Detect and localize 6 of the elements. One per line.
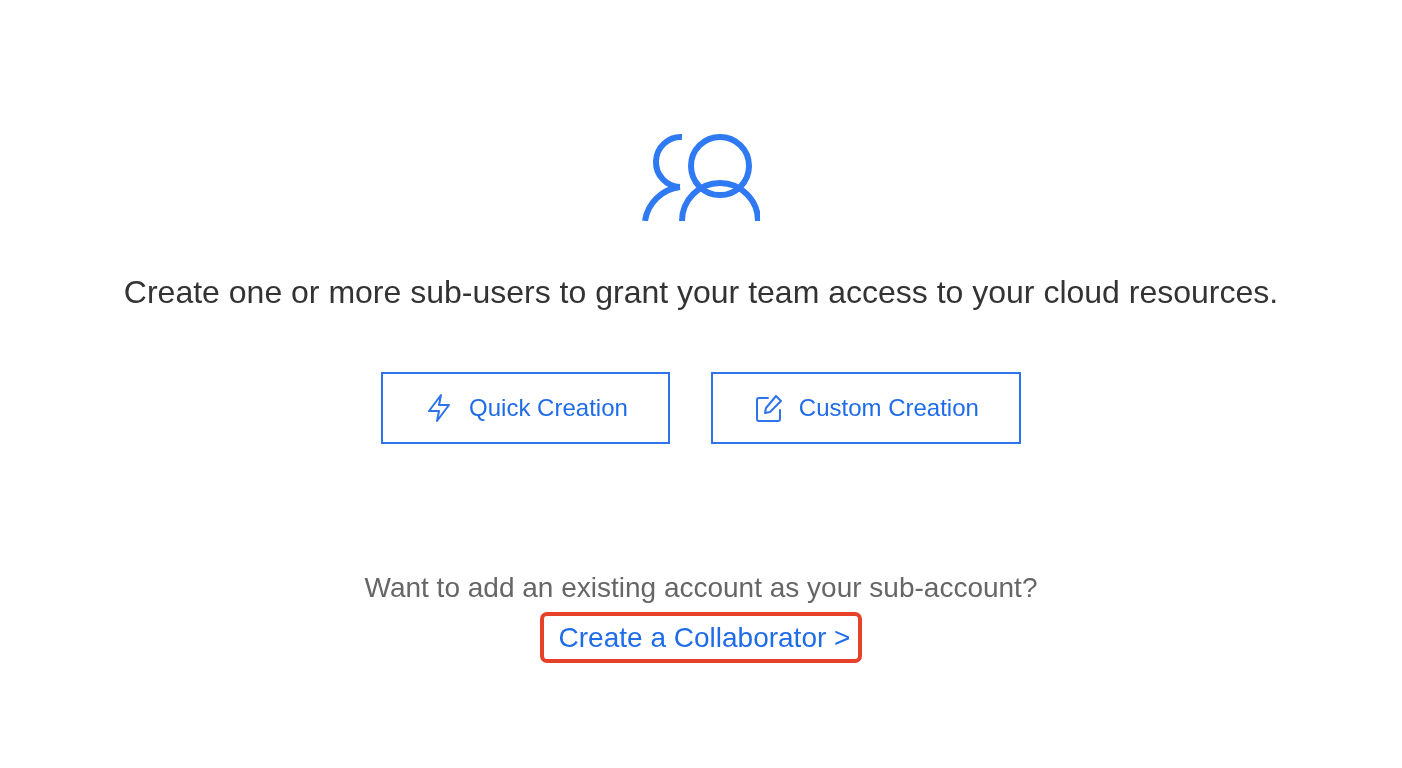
action-button[interactable]: Quick Creation [381,372,670,444]
question-text: Want to add an existing account as your sub-account? [364,571,1038,604]
action-button[interactable]: Custom Creation [710,372,1021,444]
collaborator-link[interactable]: Create a Collaborator > [558,621,851,654]
edit-icon [754,393,783,423]
intro-text: Create one or more sub-users to grant your team access to your cloud resources. [123,273,1279,311]
